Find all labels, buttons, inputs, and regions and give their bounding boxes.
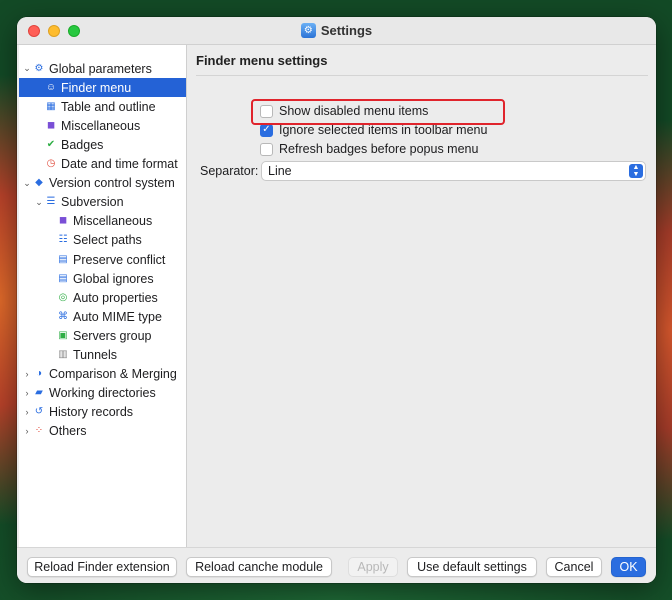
- sidebar-item-label: Global parameters: [49, 61, 152, 76]
- compare-icon: ◑: [35, 368, 43, 380]
- grid-icon: ◼: [58, 215, 68, 227]
- separator-value: Line: [268, 164, 292, 178]
- chevron-right-icon[interactable]: ›: [21, 426, 33, 436]
- grid-icon: ◼: [46, 119, 56, 131]
- apply-button[interactable]: Apply: [348, 557, 398, 577]
- sidebar-item-label: Tunnels: [73, 348, 118, 362]
- updown-chevron-icon: ▲ ▼: [629, 164, 643, 178]
- doc-icon: ▤: [58, 272, 68, 284]
- separator-select[interactable]: Line ▲ ▼: [261, 161, 646, 181]
- reload-finder-extension-button[interactable]: Reload Finder extension: [27, 557, 177, 577]
- sidebar-item-select-paths[interactable]: ☷ Select paths: [19, 231, 186, 250]
- sidebar-item-finder-menu[interactable]: ☺ Finder menu: [19, 78, 186, 98]
- sidebar-item-label: Finder menu: [61, 80, 132, 95]
- app-icon: ⚙: [300, 23, 316, 38]
- sidebar-item-global-parameters[interactable]: ⌄ ⚙ Global parameters: [19, 59, 186, 78]
- sidebar-item-label: Others: [49, 424, 87, 439]
- refresh-badges-checkbox[interactable]: [260, 142, 273, 156]
- sidebar-item-badges[interactable]: ✔ Badges: [19, 135, 186, 154]
- check-badge-icon: ✔: [46, 138, 56, 150]
- sidebar-item-preserve-conflict[interactable]: ▤ Preserve conflict: [19, 250, 186, 269]
- server-icon: ▣: [58, 329, 68, 341]
- sidebar-item-label: History records: [49, 405, 134, 420]
- sidebar-item-label: Miscellaneous: [61, 118, 141, 133]
- settings-main-panel: Finder menu settings Show disabled menu …: [188, 45, 656, 547]
- footer-button-bar: Reload Finder extension Reload canche mo…: [17, 547, 656, 583]
- sidebar-item-history-records[interactable]: › ↺ History records: [19, 403, 186, 422]
- window-title-group: ⚙ Settings: [300, 23, 373, 38]
- sidebar-item-label: Global ignores: [73, 271, 154, 286]
- sidebar-item-table-and-outline[interactable]: ▦ Table and outline: [19, 97, 186, 116]
- sidebar-item-label: Date and time format: [61, 157, 178, 171]
- minimize-window-button[interactable]: [48, 25, 60, 37]
- folder-icon: ▰: [35, 387, 43, 399]
- chevron-right-icon[interactable]: ›: [21, 369, 33, 379]
- cancel-button[interactable]: Cancel: [546, 557, 602, 577]
- sidebar-item-version-control-system[interactable]: ⌄ ◆ Version control system: [19, 174, 186, 193]
- sidebar-item-label: Badges: [61, 137, 104, 152]
- gear-icon: ⚙: [34, 62, 44, 74]
- clock-icon: ◷: [46, 158, 56, 169]
- sidebar-item-miscellaneous[interactable]: ◼ Miscellaneous: [19, 116, 186, 135]
- window-controls: [28, 25, 80, 37]
- reload-cache-module-button[interactable]: Reload canche module: [186, 557, 332, 577]
- finder-icon: ☺: [45, 81, 57, 93]
- window-title: Settings: [320, 23, 373, 38]
- zoom-window-button[interactable]: [68, 25, 80, 37]
- sidebar-item-subversion[interactable]: ⌄ ☰ Subversion: [19, 193, 186, 212]
- sidebar-item-comparison-merging[interactable]: › ◑ Comparison & Merging: [19, 365, 186, 384]
- sidebar-item-label: Auto MIME type: [73, 309, 162, 324]
- chevron-right-icon[interactable]: ›: [21, 407, 33, 417]
- sidebar-item-label: Subversion: [61, 195, 124, 210]
- section-divider: [196, 75, 648, 76]
- ok-button[interactable]: OK: [611, 557, 646, 577]
- option-label: Ignore selected items in toolbar menu: [279, 123, 488, 137]
- sidebar-item-date-and-time-format[interactable]: ◷ Date and time format: [19, 155, 186, 174]
- separator-label: Separator:: [200, 164, 259, 178]
- title-bar: ⚙ Settings: [17, 17, 656, 45]
- use-default-settings-button[interactable]: Use default settings: [407, 557, 537, 577]
- option-label: Refresh badges before popus menu: [279, 142, 479, 156]
- sidebar-item-servers-group[interactable]: ▣ Servers group: [19, 326, 186, 345]
- sidebar-item-miscellaneous[interactable]: ◼ Miscellaneous: [19, 212, 186, 231]
- chevron-down-icon[interactable]: ⌄: [21, 178, 33, 189]
- layers-icon: ◆: [35, 177, 43, 189]
- sidebar-item-auto-mime-type[interactable]: ⌘ Auto MIME type: [19, 307, 186, 326]
- tunnel-icon: ▥: [58, 349, 68, 360]
- sidebar-item-label: Select paths: [73, 233, 142, 248]
- chevron-down-icon[interactable]: ⌄: [33, 197, 45, 208]
- sidebar-item-label: Auto properties: [73, 290, 158, 305]
- highlight-annotation-box: [251, 99, 505, 125]
- chevron-right-icon[interactable]: ›: [21, 388, 33, 398]
- circle-icon: ◎: [58, 291, 68, 303]
- sidebar-item-label: Miscellaneous: [73, 214, 153, 229]
- chevron-down-icon[interactable]: ⌄: [21, 63, 33, 74]
- option-refresh-badges[interactable]: Refresh badges before popus menu: [260, 140, 478, 158]
- doc-icon: ▤: [58, 253, 68, 265]
- close-window-button[interactable]: [28, 25, 40, 37]
- dots-icon: ⁘: [34, 425, 44, 437]
- sidebar-item-label: Table and outline: [61, 99, 156, 114]
- settings-sidebar-tree: ⌄ ⚙ Global parameters ☺ Finder menu ▦ Table an…: [19, 45, 187, 547]
- sidebar-item-others[interactable]: › ⁘ Others: [19, 422, 186, 441]
- sidebar-item-tunnels[interactable]: ▥ Tunnels: [19, 346, 186, 365]
- section-title: Finder menu settings: [196, 53, 328, 68]
- sidebar-item-label: Version control system: [49, 176, 175, 191]
- sidebar-item-label: Working directories: [49, 386, 156, 401]
- code-icon: ⌘: [58, 310, 68, 322]
- settings-window: ⚙ Settings ⌄ ⚙ Global parameters ☺ Finder me…: [17, 17, 656, 583]
- ignore-selected-checkbox[interactable]: ✓: [260, 123, 273, 137]
- sidebar-item-auto-properties[interactable]: ◎ Auto properties: [19, 288, 186, 307]
- table-icon: ▦: [46, 100, 56, 112]
- list-check-icon: ☷: [58, 234, 68, 246]
- sidebar-item-working-directories[interactable]: › ▰ Working directories: [19, 384, 186, 403]
- sidebar-item-label: Comparison & Merging: [49, 367, 177, 382]
- sidebar-item-global-ignores[interactable]: ▤ Global ignores: [19, 269, 186, 288]
- history-icon: ↺: [34, 406, 44, 418]
- list-icon: ☰: [46, 196, 56, 208]
- sidebar-item-label: Servers group: [73, 328, 152, 343]
- sidebar-item-label: Preserve conflict: [73, 252, 166, 267]
